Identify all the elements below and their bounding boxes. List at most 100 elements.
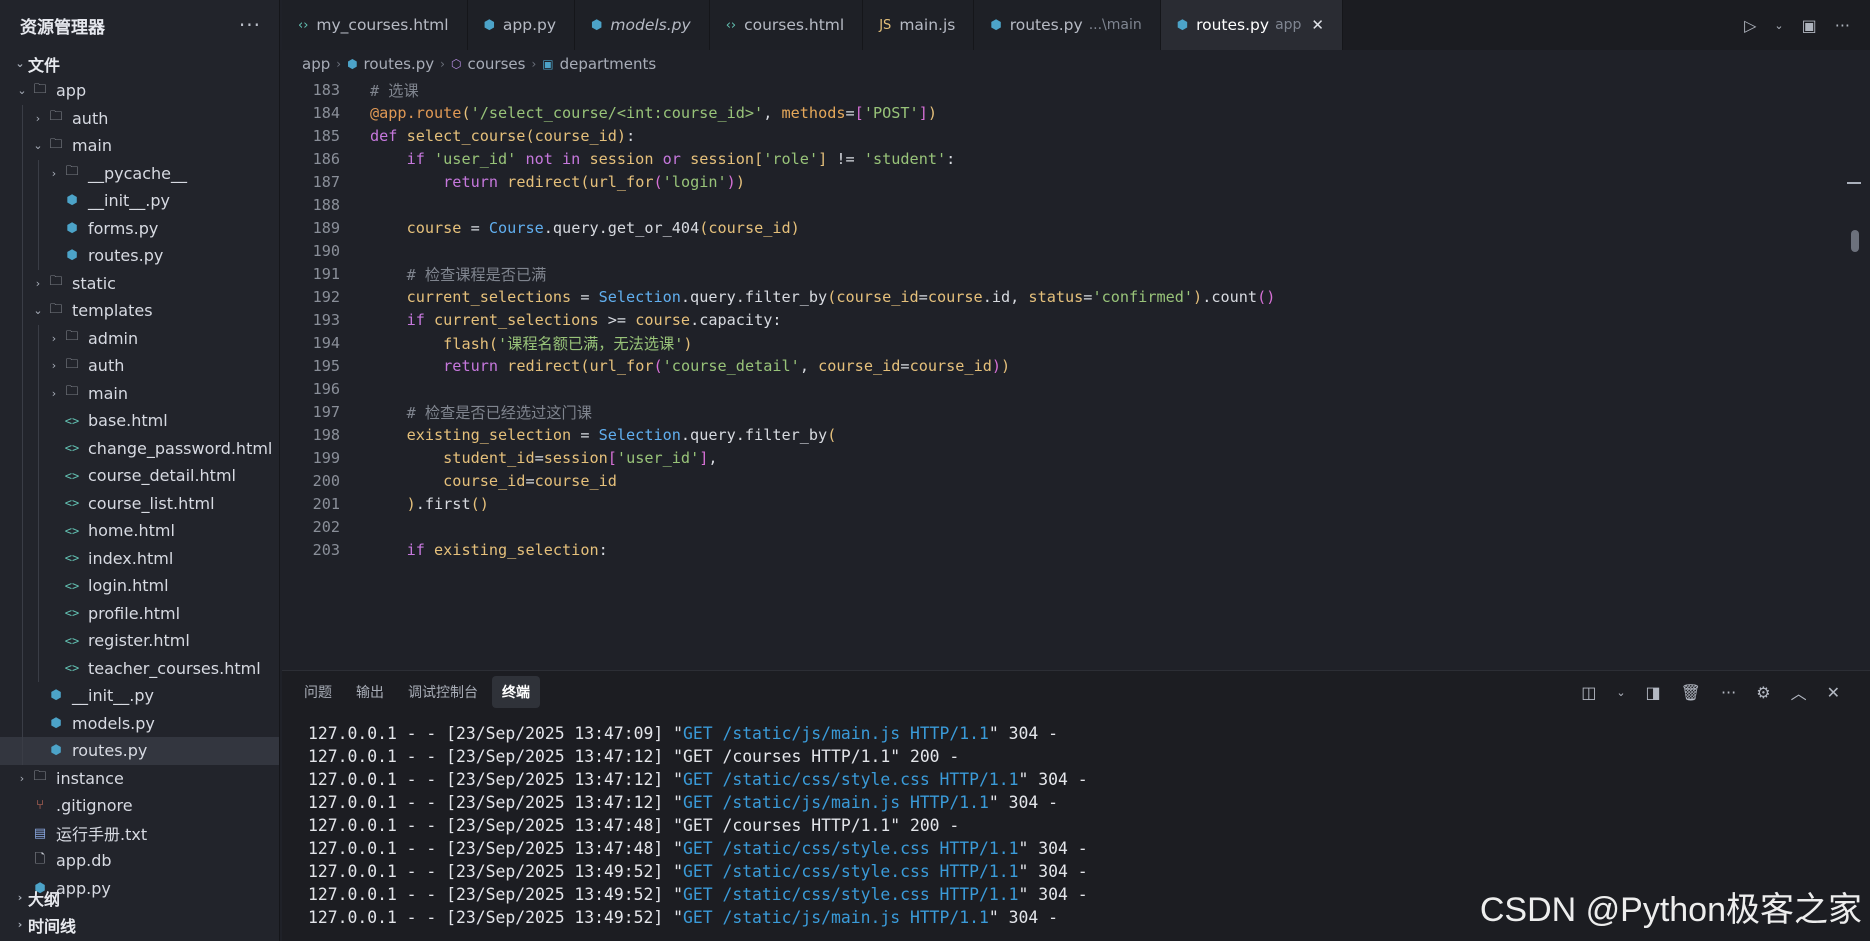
editor-tab[interactable]: JS main.js xyxy=(863,0,975,50)
scrollbar-thumb[interactable] xyxy=(1851,230,1859,252)
tree-item[interactable]: ⑂ .gitignore xyxy=(0,792,279,820)
tree-item[interactable]: ⬢ __init__.py xyxy=(0,682,279,710)
panel-tab[interactable]: 调试控制台 xyxy=(398,676,488,708)
code-line[interactable]: 187 return redirect(url_for('login')) xyxy=(282,170,1848,193)
tree-item[interactable]: <> course_detail.html xyxy=(0,462,279,490)
html-file-icon: <> xyxy=(64,496,80,511)
tree-item[interactable]: <> index.html xyxy=(0,544,279,572)
breadcrumb-file[interactable]: routes.py xyxy=(364,55,435,73)
breadcrumb-variable[interactable]: departments xyxy=(560,55,657,73)
panel-tab[interactable]: 终端 xyxy=(492,676,540,708)
chevron-down-icon[interactable]: ⌄ xyxy=(1774,19,1783,32)
editor-scrollbar[interactable] xyxy=(1847,78,1861,664)
tree-item[interactable]: <> profile.html xyxy=(0,599,279,627)
code-line[interactable]: 192 current_selections = Selection.query… xyxy=(282,285,1848,308)
code-line[interactable]: 200 course_id=course_id xyxy=(282,470,1848,493)
tree-item[interactable]: <> course_list.html xyxy=(0,489,279,517)
code-line[interactable]: 196 xyxy=(282,378,1848,401)
chevron-down-icon[interactable]: ⌄ xyxy=(1616,686,1625,699)
tree-item[interactable]: <> teacher_courses.html xyxy=(0,654,279,682)
code-token: 'POST' xyxy=(863,103,919,122)
breadcrumb-function[interactable]: courses xyxy=(467,55,525,73)
code-line[interactable]: 183 # 选课 xyxy=(282,78,1848,101)
tree-item[interactable]: ⬢ __init__.py xyxy=(0,187,279,215)
tree-item[interactable]: › 🗀 __pycache__ xyxy=(0,159,279,187)
editor-tab[interactable]: ⬢ app.py xyxy=(467,0,576,50)
settings-icon[interactable]: ⚙ xyxy=(1756,683,1770,702)
code-line[interactable]: 191 # 检查课程是否已满 xyxy=(282,262,1848,285)
tree-item[interactable]: › 🗀 static xyxy=(0,269,279,297)
code-line[interactable]: 203 if existing_selection: xyxy=(282,539,1848,562)
editor-tab[interactable]: ⬢ routes.py app ✕ xyxy=(1160,0,1343,50)
terminal-output[interactable]: 127.0.0.1 - - [23/Sep/2025 13:47:09] "GE… xyxy=(308,724,1088,931)
code-text: if existing_selection: xyxy=(370,541,608,559)
more-actions-icon[interactable]: ··· xyxy=(1835,16,1850,35)
tree-item[interactable]: › 🗀 admin xyxy=(0,324,279,352)
editor-tab-label: courses.html xyxy=(744,16,845,34)
panel-tab[interactable]: 输出 xyxy=(346,676,394,708)
code-line[interactable]: 184 @app.route('/select_course/<int:cours… xyxy=(282,101,1848,124)
code-line[interactable]: 188 xyxy=(282,193,1848,216)
tree-item[interactable]: ⬢ models.py xyxy=(0,709,279,737)
indent-guide xyxy=(38,242,39,270)
tree-item[interactable]: › 🗀 main xyxy=(0,379,279,407)
tree-item[interactable]: ⬢ routes.py xyxy=(0,737,279,765)
code-line[interactable]: 190 xyxy=(282,239,1848,262)
code-token: # 选课 xyxy=(370,81,419,100)
tree-item[interactable]: ⌄ 🗀 app xyxy=(0,77,279,105)
tree-item[interactable]: <> register.html xyxy=(0,627,279,655)
code-line[interactable]: 186 if 'user_id' not in session or sessi… xyxy=(282,147,1848,170)
section-files[interactable]: ⌄ 文件 xyxy=(0,50,279,77)
trash-icon[interactable]: 🗑 xyxy=(1681,683,1701,702)
code-line[interactable]: 202 xyxy=(282,516,1848,539)
code-editor[interactable]: 183 # 选课 184 @app.route('/select_course/<in… xyxy=(282,78,1848,664)
more-actions-icon[interactable]: ··· xyxy=(1721,683,1736,702)
code-token: course_id xyxy=(836,287,919,306)
split-terminal-icon[interactable]: ◨ xyxy=(1646,683,1661,702)
tree-item[interactable]: › 🗀 auth xyxy=(0,352,279,380)
tree-item[interactable]: <> base.html xyxy=(0,407,279,435)
code-line[interactable]: 194 flash('课程名额已满，无法选课') xyxy=(282,332,1848,355)
maximize-panel-icon[interactable]: ︿ xyxy=(1791,680,1807,704)
section-outline[interactable]: › 大纲 xyxy=(0,884,60,911)
editor-tab[interactable]: ‹› my_courses.html xyxy=(282,0,468,50)
split-editor-icon[interactable]: ▣ xyxy=(1802,16,1817,35)
code-line[interactable]: 193 if current_selections >= course.capa… xyxy=(282,308,1848,331)
code-line[interactable]: 189 course = Course.query.get_or_404(cou… xyxy=(282,216,1848,239)
code-line[interactable]: 199 student_id=session['user_id'], xyxy=(282,447,1848,470)
section-timeline[interactable]: › 时间线 xyxy=(0,911,76,938)
chevron-right-icon: › xyxy=(35,111,41,125)
breadcrumb-app[interactable]: app xyxy=(302,55,330,73)
tree-item[interactable]: 🗋 app.db xyxy=(0,847,279,875)
tree-item[interactable]: › 🗀 auth xyxy=(0,104,279,132)
run-icon[interactable]: ▷ xyxy=(1744,16,1756,35)
tree-item[interactable]: ⌄ 🗀 templates xyxy=(0,297,279,325)
code-line[interactable]: 197 # 检查是否已经选过这门课 xyxy=(282,401,1848,424)
chevron-right-icon: › xyxy=(51,359,57,373)
close-icon[interactable]: ✕ xyxy=(1311,16,1324,34)
editor-tab[interactable]: ‹› courses.html xyxy=(709,0,864,50)
tree-item[interactable]: <> login.html xyxy=(0,572,279,600)
more-actions-icon[interactable]: ··· xyxy=(239,13,261,37)
tree-item[interactable]: ▤ 运行手册.txt xyxy=(0,820,279,848)
tree-item[interactable]: ⬢ routes.py xyxy=(0,242,279,270)
new-terminal-icon[interactable]: ◫ xyxy=(1581,683,1596,702)
tree-item-label: 运行手册.txt xyxy=(56,825,148,845)
panel-tab[interactable]: 问题 xyxy=(294,676,342,708)
tree-item[interactable]: › 🗀 instance xyxy=(0,765,279,793)
code-token: = xyxy=(845,103,855,122)
editor-tab[interactable]: ⬢ routes.py ...\main xyxy=(974,0,1161,50)
editor-tab[interactable]: ⬢ models.py xyxy=(575,0,710,50)
code-line[interactable]: 195 return redirect(url_for('course_deta… xyxy=(282,355,1848,378)
line-number: 193 xyxy=(312,310,340,329)
code-line[interactable]: 185 def select_course(course_id): xyxy=(282,124,1848,147)
code-line[interactable]: 198 existing_selection = Selection.query… xyxy=(282,424,1848,447)
code-line[interactable]: 201 ).first() xyxy=(282,493,1848,516)
close-icon[interactable]: ✕ xyxy=(1827,683,1840,702)
tree-item[interactable]: ⬢ forms.py xyxy=(0,214,279,242)
tree-item[interactable]: <> change_password.html xyxy=(0,434,279,462)
tree-item[interactable]: <> home.html xyxy=(0,517,279,545)
tree-item[interactable]: ⌄ 🗀 main xyxy=(0,132,279,160)
editor-actions: ▷ ⌄ ▣ ··· xyxy=(1744,0,1850,50)
breadcrumb: app › ⬢ routes.py › ⬡ courses › ▣ depart… xyxy=(302,52,656,76)
